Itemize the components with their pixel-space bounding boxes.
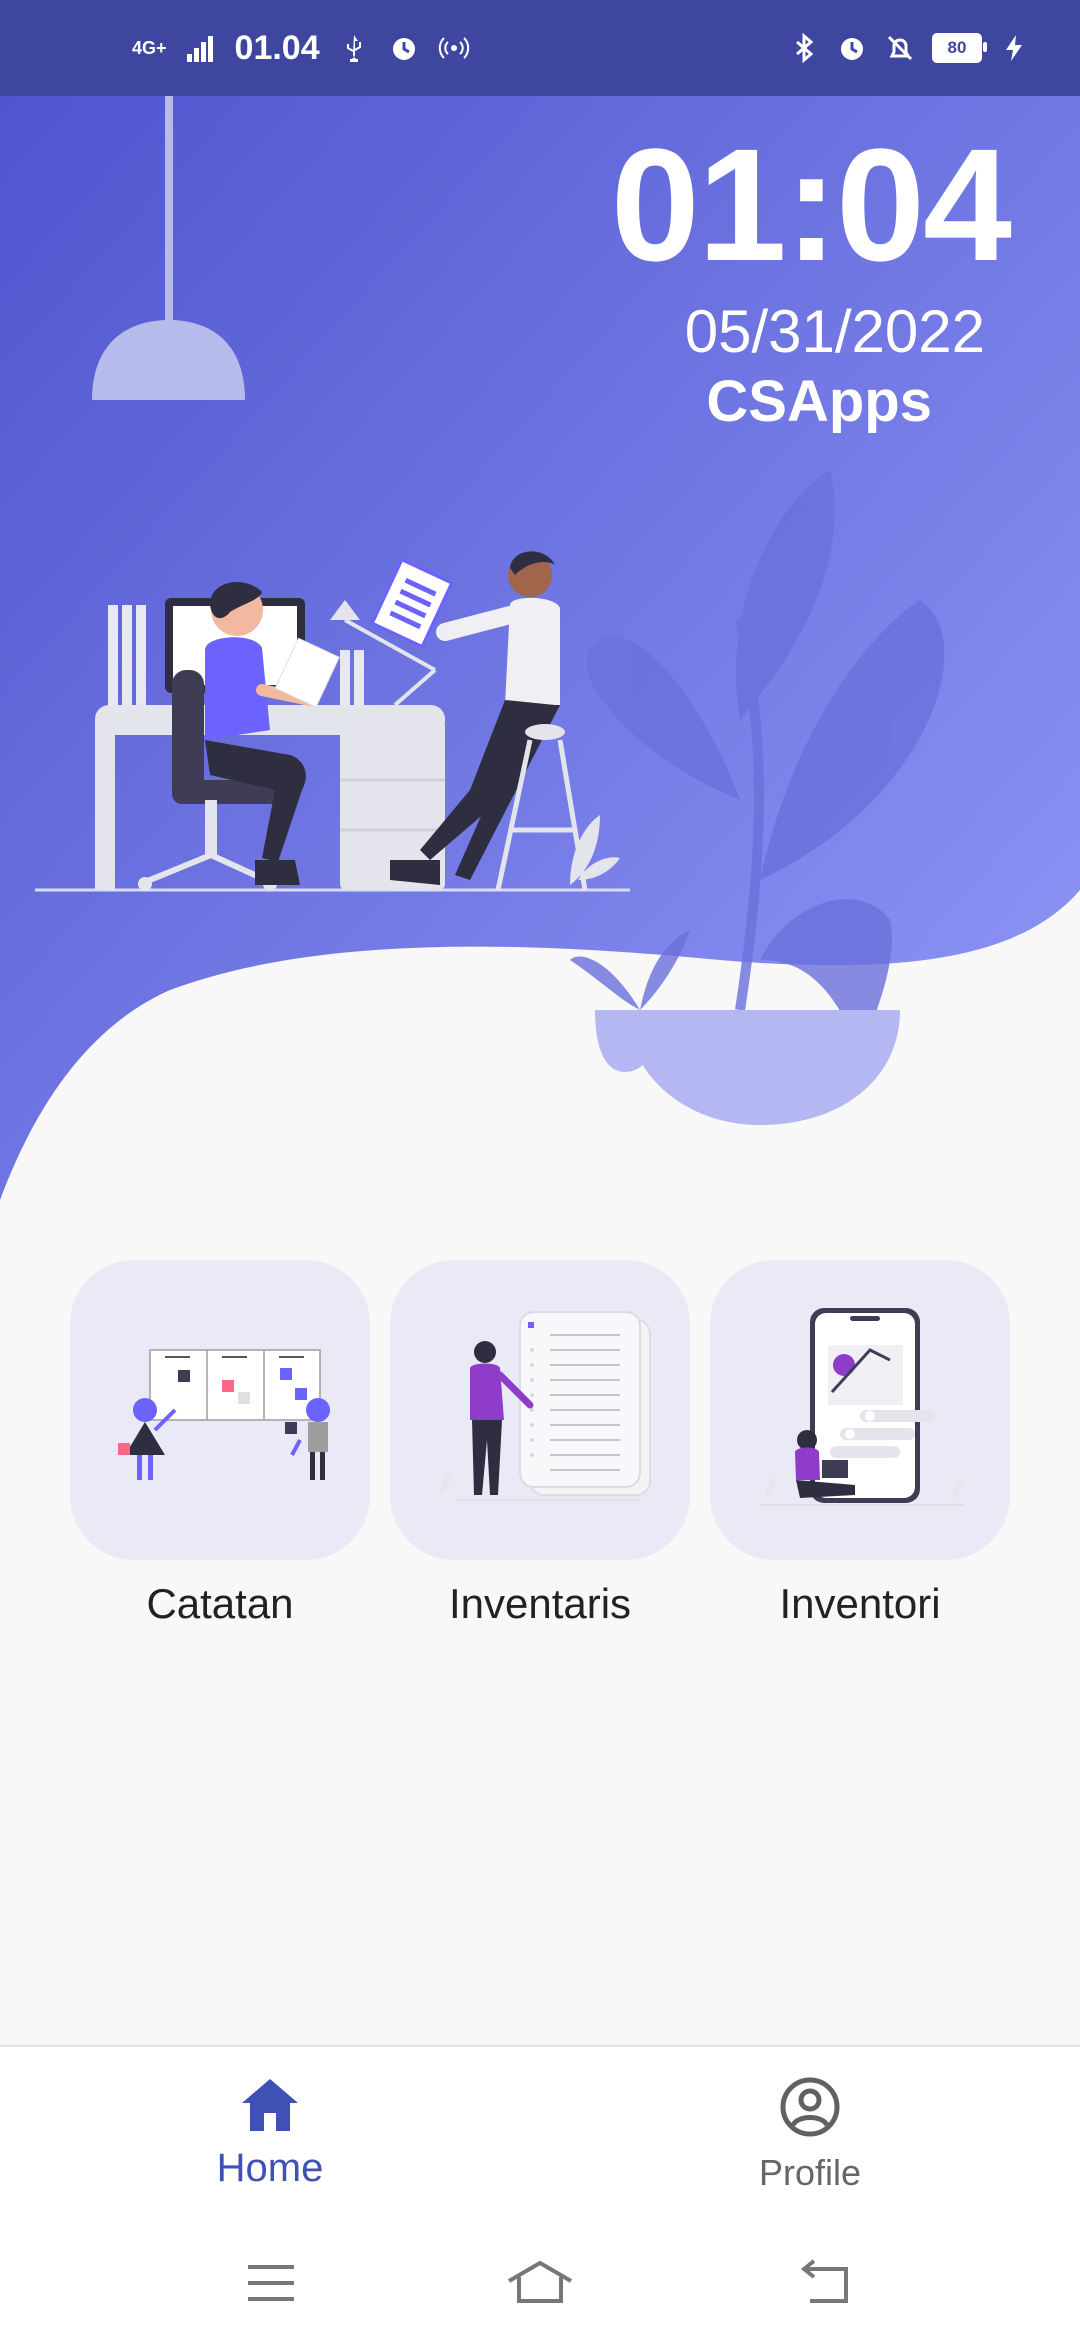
home-button-icon[interactable]: [505, 2253, 575, 2313]
alarm-icon: [841, 38, 863, 60]
status-bar: 4G+ 01.04 80: [0, 0, 1080, 96]
hero-banner: 01:04 05/31/2022 CSApps: [0, 0, 1080, 1220]
battery-level: 80: [947, 38, 967, 57]
nav-item-profile[interactable]: Profile: [660, 2075, 960, 2194]
menu-card-inventaris[interactable]: Inventaris: [390, 1260, 690, 1628]
document-list-illustration: [440, 1311, 651, 1501]
battery-indicator: 80: [932, 33, 987, 63]
mobile-app-illustration: [760, 1308, 965, 1506]
clock-date: 05/31/2022: [684, 298, 985, 365]
bluetooth-icon: [796, 32, 814, 64]
usb-icon: [346, 35, 361, 62]
charging-icon: [1006, 35, 1022, 61]
menu-label: Inventori: [779, 1580, 941, 1627]
nav-item-home[interactable]: Home: [120, 2075, 420, 2191]
signal-icon: [186, 36, 213, 62]
kanban-board-illustration: [118, 1349, 330, 1480]
bottom-navigation: Home Profile: [0, 2045, 1080, 2227]
network-indicator: 4G+: [132, 38, 167, 58]
system-navigation-bar: [0, 2225, 1080, 2340]
profile-icon: [780, 2077, 840, 2137]
menu-tile[interactable]: [390, 1260, 690, 1560]
nav-label-profile: Profile: [758, 2152, 862, 2193]
menu-tile[interactable]: [710, 1260, 1010, 1560]
nav-label-home: Home: [216, 2146, 324, 2190]
menu-label: Inventaris: [448, 1580, 632, 1627]
menu-icon[interactable]: [236, 2253, 306, 2313]
clock-time: 01:04: [610, 115, 1012, 294]
alarm-icon: [392, 38, 415, 60]
home-icon: [242, 2079, 298, 2131]
mute-notifications-icon: [887, 35, 913, 61]
menu-tile[interactable]: [70, 1260, 370, 1560]
app-name: CSApps: [706, 369, 932, 434]
menu-label: Catatan: [146, 1580, 294, 1627]
menu-grid: Catatan Inventaris Inventori: [70, 1260, 1010, 1628]
status-time: 01.04: [234, 28, 320, 67]
back-icon[interactable]: [790, 2253, 860, 2313]
hotspot-icon: [438, 37, 469, 59]
menu-card-inventori[interactable]: Inventori: [710, 1260, 1010, 1628]
menu-card-catatan[interactable]: Catatan: [70, 1260, 370, 1628]
